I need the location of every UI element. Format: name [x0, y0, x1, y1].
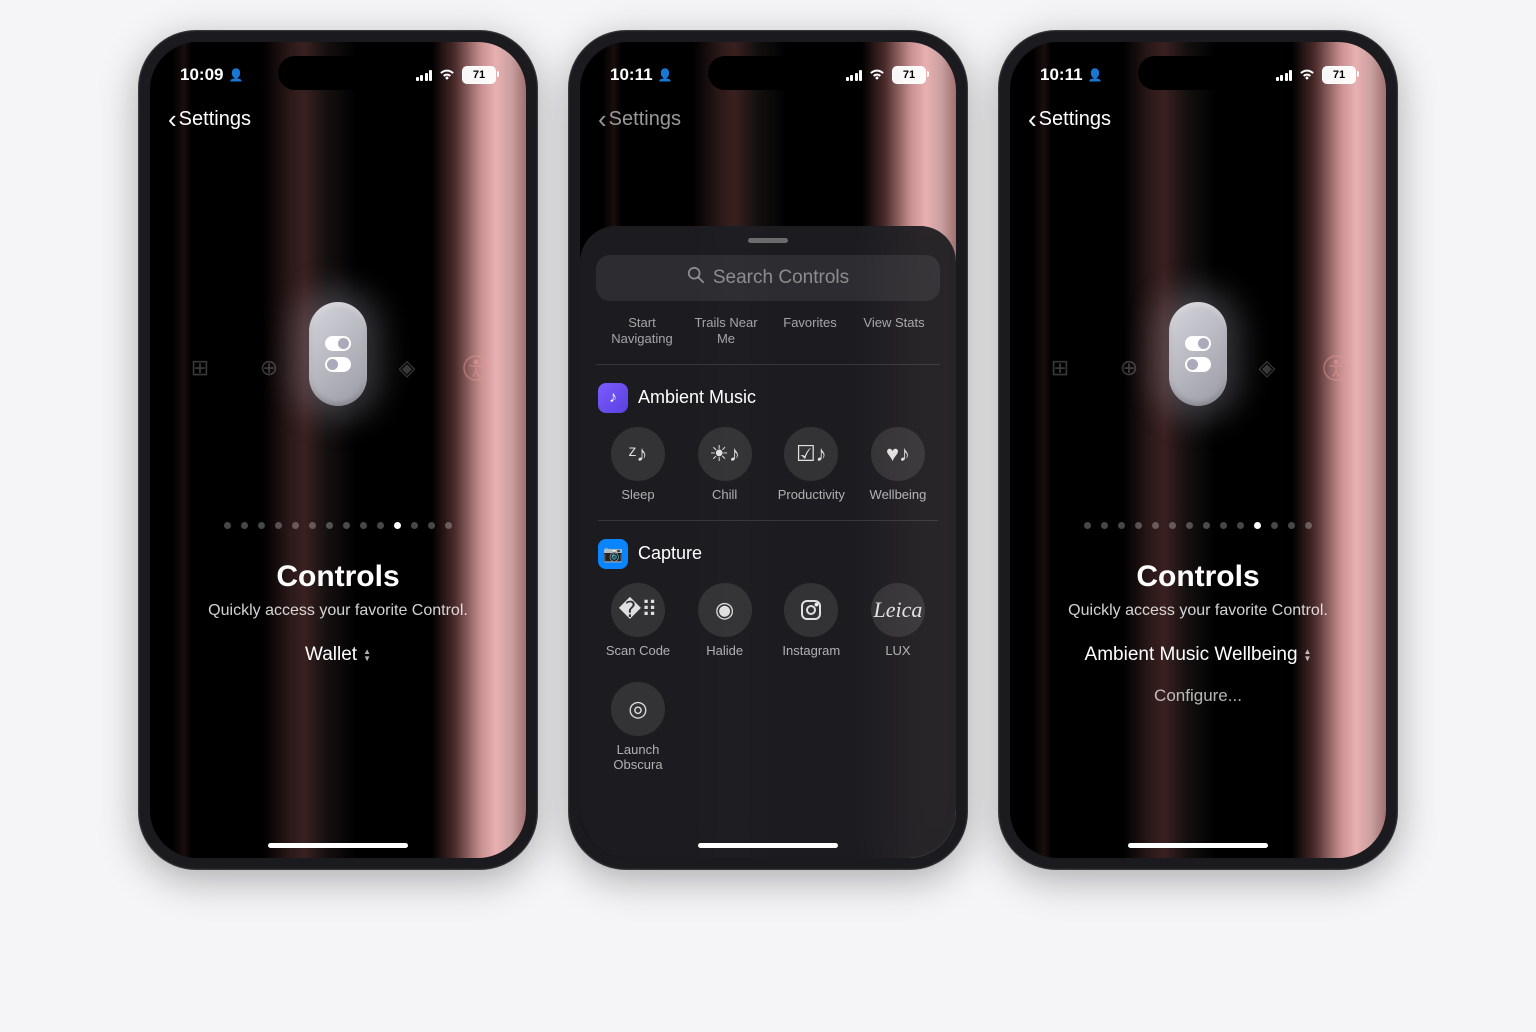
center-capsule-area [150, 302, 526, 406]
toggle-icon [1185, 336, 1211, 351]
wellbeing-icon: ♥♪ [871, 427, 925, 481]
control-wellbeing[interactable]: ♥♪ Wellbeing [858, 427, 938, 502]
wifi-icon [438, 67, 456, 84]
status-time: 10:11 [1040, 65, 1083, 85]
configure-button[interactable]: Configure... [1010, 686, 1386, 706]
screen: 10:11 👤 71 ‹ Settings ⊞ ⊕ ◈ [1010, 42, 1386, 858]
screen: 10:09 👤 71 ‹ Settings ⊞ ⊕ ◈ [150, 42, 526, 858]
battery-indicator: 71 [892, 66, 926, 84]
page-indicator[interactable] [150, 522, 526, 529]
sheet-grabber[interactable] [748, 238, 788, 243]
status-time: 10:11 [610, 65, 653, 85]
description-block: Controls Quickly access your favorite Co… [150, 560, 526, 666]
cellular-icon [416, 69, 433, 81]
page-subtitle: Quickly access your favorite Control. [1010, 602, 1386, 620]
sleep-icon: ᶻ♪ [611, 427, 665, 481]
location-indicator-icon: 👤 [658, 68, 673, 82]
phone-1: 10:09 👤 71 ‹ Settings ⊞ ⊕ ◈ [138, 30, 538, 870]
productivity-icon: ☑♪ [784, 427, 838, 481]
dynamic-island [708, 56, 828, 90]
section-capture: 📷 Capture �⠿ Scan Code ◉ Halide [596, 521, 940, 790]
halide-icon: ◉ [698, 583, 752, 637]
action-button-capsule[interactable] [1169, 302, 1227, 406]
selected-control-label: Wallet [305, 644, 357, 666]
wallpaper [1010, 42, 1386, 858]
control-selector[interactable]: Wallet ▲▼ [305, 644, 371, 666]
page-title: Controls [150, 560, 526, 594]
battery-indicator: 71 [1322, 66, 1356, 84]
section-title: Capture [638, 543, 702, 564]
control-launch-obscura[interactable]: ◎ Launch Obscura [598, 682, 678, 772]
description-block: Controls Quickly access your favorite Co… [1010, 560, 1386, 706]
quick-item[interactable]: Start Navigating [600, 315, 684, 348]
wifi-icon [868, 67, 886, 84]
phone-2: 10:11 👤 71 ‹ Settings Search Controls [568, 30, 968, 870]
search-placeholder: Search Controls [713, 267, 849, 289]
section-title: Ambient Music [638, 387, 756, 408]
capture-app-icon: 📷 [598, 539, 628, 569]
phone-3: 10:11 👤 71 ‹ Settings ⊞ ⊕ ◈ [998, 30, 1398, 870]
chevron-left-icon: ‹ [1028, 104, 1037, 135]
back-label: Settings [179, 108, 251, 131]
selected-control-label: Ambient Music Wellbeing [1085, 644, 1298, 666]
chevron-updown-icon: ▲▼ [363, 648, 371, 662]
control-productivity[interactable]: ☑♪ Productivity [771, 427, 851, 502]
control-scan-code[interactable]: �⠿ Scan Code [598, 583, 678, 658]
obscura-icon: ◎ [611, 682, 665, 736]
battery-indicator: 71 [462, 66, 496, 84]
control-halide[interactable]: ◉ Halide [685, 583, 765, 658]
search-icon [687, 266, 705, 290]
page-indicator[interactable] [1010, 522, 1386, 529]
toggle-icon [325, 336, 351, 351]
leica-icon: Leica [871, 583, 925, 637]
control-selector[interactable]: Ambient Music Wellbeing ▲▼ [1085, 644, 1312, 666]
quick-item[interactable]: Favorites [768, 315, 852, 348]
control-sleep[interactable]: ᶻ♪ Sleep [598, 427, 678, 502]
toggle-icon [1185, 357, 1211, 372]
location-indicator-icon: 👤 [1088, 68, 1103, 82]
search-field[interactable]: Search Controls [596, 255, 940, 301]
action-button-capsule[interactable] [309, 302, 367, 406]
back-button[interactable]: ‹ Settings [598, 104, 681, 135]
chevron-left-icon: ‹ [598, 104, 607, 135]
screen: 10:11 👤 71 ‹ Settings Search Controls [580, 42, 956, 858]
cellular-icon [846, 69, 863, 81]
home-indicator[interactable] [1128, 843, 1268, 848]
location-indicator-icon: 👤 [228, 68, 243, 82]
back-label: Settings [1039, 108, 1111, 131]
back-button[interactable]: ‹ Settings [168, 104, 251, 135]
section-ambient-music: ♪ Ambient Music ᶻ♪ Sleep ☀♪ Chill ☑♪ Pro… [596, 365, 940, 521]
quick-row: Start Navigating Trails Near Me Favorite… [596, 315, 940, 365]
control-lux[interactable]: Leica LUX [858, 583, 938, 658]
center-capsule-area [1010, 302, 1386, 406]
status-time: 10:09 [180, 65, 223, 85]
back-label: Settings [609, 108, 681, 131]
chill-icon: ☀♪ [698, 427, 752, 481]
ambient-music-app-icon: ♪ [598, 383, 628, 413]
page-subtitle: Quickly access your favorite Control. [150, 602, 526, 620]
back-button[interactable]: ‹ Settings [1028, 104, 1111, 135]
controls-gallery-sheet: Search Controls Start Navigating Trails … [580, 226, 956, 858]
wallpaper [150, 42, 526, 858]
dynamic-island [1138, 56, 1258, 90]
quick-item[interactable]: Trails Near Me [684, 315, 768, 348]
toggle-icon [325, 357, 351, 372]
page-title: Controls [1010, 560, 1386, 594]
quick-item[interactable]: View Stats [852, 315, 936, 348]
home-indicator[interactable] [698, 843, 838, 848]
chevron-left-icon: ‹ [168, 104, 177, 135]
qr-icon: �⠿ [611, 583, 665, 637]
dynamic-island [278, 56, 398, 90]
cellular-icon [1276, 69, 1293, 81]
wifi-icon [1298, 67, 1316, 84]
control-chill[interactable]: ☀♪ Chill [685, 427, 765, 502]
chevron-updown-icon: ▲▼ [1304, 648, 1312, 662]
control-instagram[interactable]: Instagram [771, 583, 851, 658]
instagram-icon [784, 583, 838, 637]
home-indicator[interactable] [268, 843, 408, 848]
